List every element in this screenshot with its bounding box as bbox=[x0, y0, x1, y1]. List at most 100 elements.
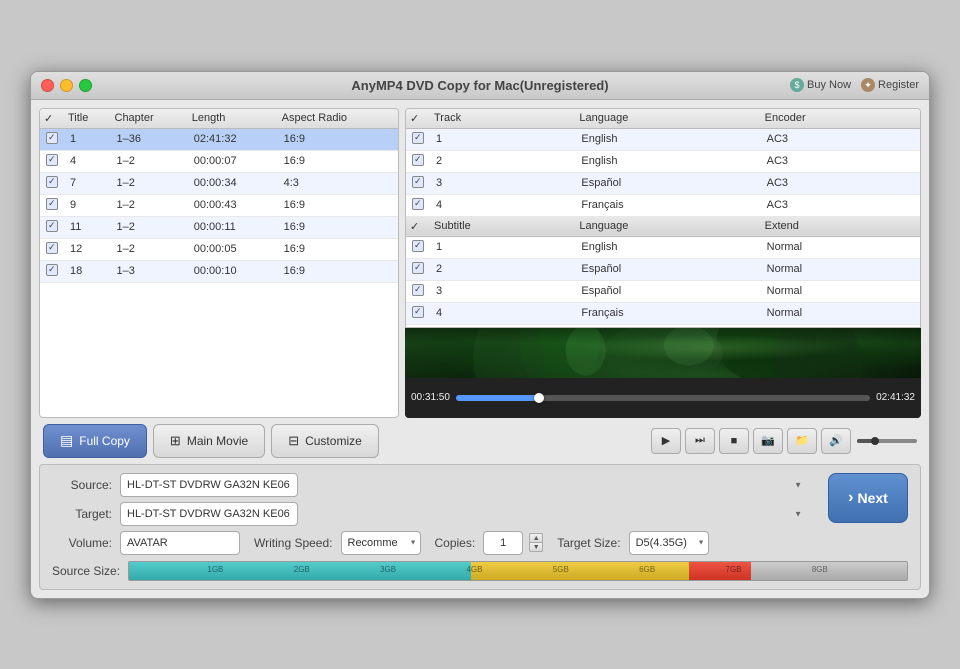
table-row[interactable]: 12 1–2 00:00:05 16:9 bbox=[40, 238, 398, 260]
row-title: 18 bbox=[64, 260, 111, 282]
row-check[interactable] bbox=[406, 302, 430, 324]
size-bar-gray bbox=[751, 562, 907, 580]
row-check[interactable] bbox=[406, 194, 430, 216]
controls-row: ▤ Full Copy ⊞ Main Movie ⊟ Customize ▶ ⏭… bbox=[39, 424, 921, 458]
row-extend: Normal bbox=[761, 302, 920, 324]
register-button[interactable]: ✦ Register bbox=[861, 78, 919, 92]
table-row[interactable]: 2 English AC3 bbox=[406, 150, 920, 172]
row-language: English bbox=[575, 236, 760, 258]
row-title: 9 bbox=[64, 194, 111, 216]
volume-button[interactable]: 🔊 bbox=[821, 428, 851, 454]
target-size-label: Target Size: bbox=[557, 536, 620, 550]
row-check[interactable] bbox=[406, 150, 430, 172]
close-button[interactable] bbox=[41, 79, 54, 92]
row-check[interactable] bbox=[406, 258, 430, 280]
fast-forward-button[interactable]: ⏭ bbox=[685, 428, 715, 454]
table-row[interactable]: 1 1–36 02:41:32 16:9 bbox=[40, 128, 398, 150]
row-check[interactable] bbox=[406, 236, 430, 258]
next-button[interactable]: › Next bbox=[828, 473, 908, 523]
track-col-encoder: Encoder bbox=[761, 109, 920, 129]
row-check[interactable] bbox=[406, 280, 430, 302]
progress-thumb bbox=[534, 393, 544, 403]
full-copy-button[interactable]: ▤ Full Copy bbox=[43, 424, 147, 458]
row-aspect: 16:9 bbox=[278, 260, 398, 282]
register-label: Register bbox=[878, 79, 919, 91]
customize-button[interactable]: ⊟ Customize bbox=[271, 424, 379, 458]
source-select[interactable]: HL-DT-ST DVDRW GA32N KE06 bbox=[120, 473, 298, 497]
table-row[interactable]: 9 1–2 00:00:43 16:9 bbox=[40, 194, 398, 216]
row-sub: 4 bbox=[430, 302, 575, 324]
row-track: 2 bbox=[430, 150, 575, 172]
volume-row: Volume: Writing Speed: Recomme Copies: ▲ bbox=[52, 531, 808, 555]
full-copy-label: Full Copy bbox=[79, 434, 130, 448]
table-row[interactable]: 4 Français Normal bbox=[406, 302, 920, 324]
writing-speed-label: Writing Speed: bbox=[254, 536, 333, 550]
row-track: 1 bbox=[430, 128, 575, 150]
row-chapter: 1–2 bbox=[111, 172, 188, 194]
row-check[interactable] bbox=[40, 216, 64, 238]
row-extend: Normal bbox=[761, 258, 920, 280]
row-check[interactable] bbox=[406, 128, 430, 150]
buy-icon: $ bbox=[790, 78, 804, 92]
table-row[interactable]: 4 1–2 00:00:07 16:9 bbox=[40, 150, 398, 172]
row-check[interactable] bbox=[40, 172, 64, 194]
play-button[interactable]: ▶ bbox=[651, 428, 681, 454]
source-row: Source: HL-DT-ST DVDRW GA32N KE06 bbox=[52, 473, 808, 497]
traffic-lights bbox=[41, 79, 92, 92]
screenshot-button[interactable]: 📷 bbox=[753, 428, 783, 454]
target-select[interactable]: HL-DT-ST DVDRW GA32N KE06 bbox=[120, 502, 298, 526]
table-row[interactable]: 11 1–2 00:00:11 16:9 bbox=[40, 216, 398, 238]
stop-button[interactable]: ■ bbox=[719, 428, 749, 454]
row-encoder: AC3 bbox=[761, 150, 920, 172]
table-row[interactable]: 3 Español AC3 bbox=[406, 172, 920, 194]
row-track: 3 bbox=[430, 172, 575, 194]
row-check[interactable] bbox=[40, 238, 64, 260]
sub-col-subtitle: Subtitle bbox=[430, 216, 575, 236]
top-section: ✓ Title Chapter Length Aspect Radio 1 1–… bbox=[39, 108, 921, 418]
row-check[interactable] bbox=[406, 172, 430, 194]
row-encoder: AC3 bbox=[761, 128, 920, 150]
row-language: English bbox=[575, 150, 760, 172]
row-check[interactable] bbox=[40, 260, 64, 282]
table-row[interactable]: 2 Español Normal bbox=[406, 258, 920, 280]
maximize-button[interactable] bbox=[79, 79, 92, 92]
table-row[interactable]: 7 1–2 00:00:34 4:3 bbox=[40, 172, 398, 194]
folder-button[interactable]: 📁 bbox=[787, 428, 817, 454]
table-row[interactable]: 3 Español Normal bbox=[406, 280, 920, 302]
right-section: ✓ Track Language Encoder 1 English bbox=[405, 108, 921, 418]
row-sub: 1 bbox=[430, 236, 575, 258]
row-length: 00:00:10 bbox=[188, 260, 278, 282]
row-aspect: 16:9 bbox=[278, 216, 398, 238]
volume-slider[interactable] bbox=[857, 439, 917, 443]
progress-bar[interactable] bbox=[456, 395, 870, 401]
row-chapter: 1–36 bbox=[111, 128, 188, 150]
writing-speed-select[interactable]: Recomme bbox=[341, 531, 421, 555]
sub-col-lang: Language bbox=[575, 216, 760, 236]
row-length: 00:00:11 bbox=[188, 216, 278, 238]
minimize-button[interactable] bbox=[60, 79, 73, 92]
next-arrow-icon: › bbox=[848, 489, 853, 507]
track-table-container: ✓ Track Language Encoder 1 English bbox=[405, 108, 921, 328]
table-row[interactable]: 18 1–3 00:00:10 16:9 bbox=[40, 260, 398, 282]
target-size-select[interactable]: D5(4.35G) bbox=[629, 531, 709, 555]
row-check[interactable] bbox=[40, 150, 64, 172]
table-row[interactable]: 1 English Normal bbox=[406, 236, 920, 258]
copies-down-button[interactable]: ▼ bbox=[529, 542, 543, 552]
target-select-wrap: HL-DT-ST DVDRW GA32N KE06 bbox=[120, 502, 808, 526]
table-row[interactable]: 1 English AC3 bbox=[406, 128, 920, 150]
row-language: Français bbox=[575, 194, 760, 216]
copies-input[interactable] bbox=[483, 531, 523, 555]
row-check[interactable] bbox=[40, 128, 64, 150]
table-row[interactable]: 4 Français AC3 bbox=[406, 194, 920, 216]
title-table-container: ✓ Title Chapter Length Aspect Radio 1 1–… bbox=[39, 108, 399, 418]
customize-label: Customize bbox=[305, 434, 362, 448]
buy-now-button[interactable]: $ Buy Now bbox=[790, 78, 851, 92]
row-chapter: 1–2 bbox=[111, 216, 188, 238]
size-bar-red bbox=[689, 562, 751, 580]
volume-input[interactable] bbox=[120, 531, 240, 555]
customize-icon: ⊟ bbox=[288, 433, 299, 449]
source-size-bar: 1GB 2GB 3GB 4GB 5GB 6GB 7GB 8GB bbox=[128, 561, 908, 581]
main-movie-button[interactable]: ⊞ Main Movie bbox=[153, 424, 265, 458]
row-check[interactable] bbox=[40, 194, 64, 216]
col-header-title: Title bbox=[64, 109, 111, 129]
